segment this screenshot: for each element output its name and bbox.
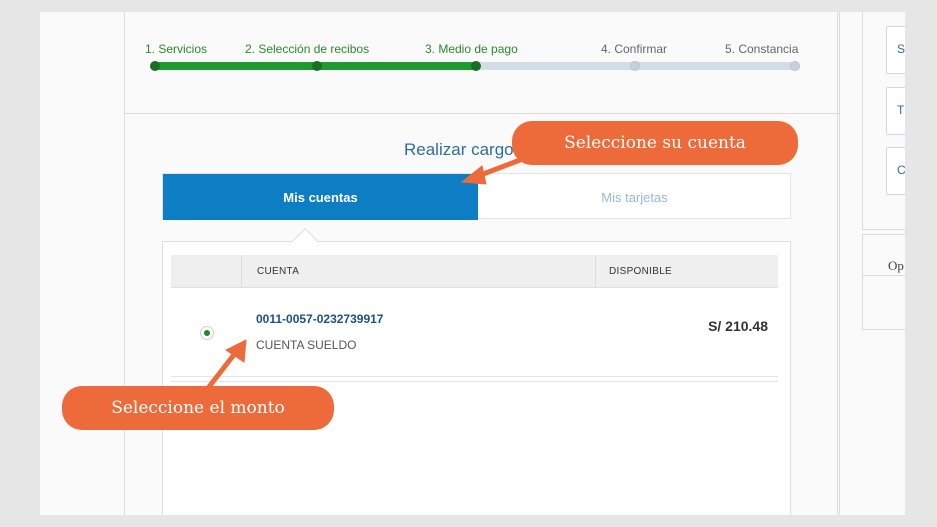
arrow-to-account (202, 339, 247, 395)
callout-select-account: Seleccione su cuenta (512, 121, 798, 165)
arrow-to-tabs (460, 157, 523, 185)
callout-arrows (202, 157, 523, 395)
callout-select-amount: Seleccione el monto (62, 386, 334, 430)
